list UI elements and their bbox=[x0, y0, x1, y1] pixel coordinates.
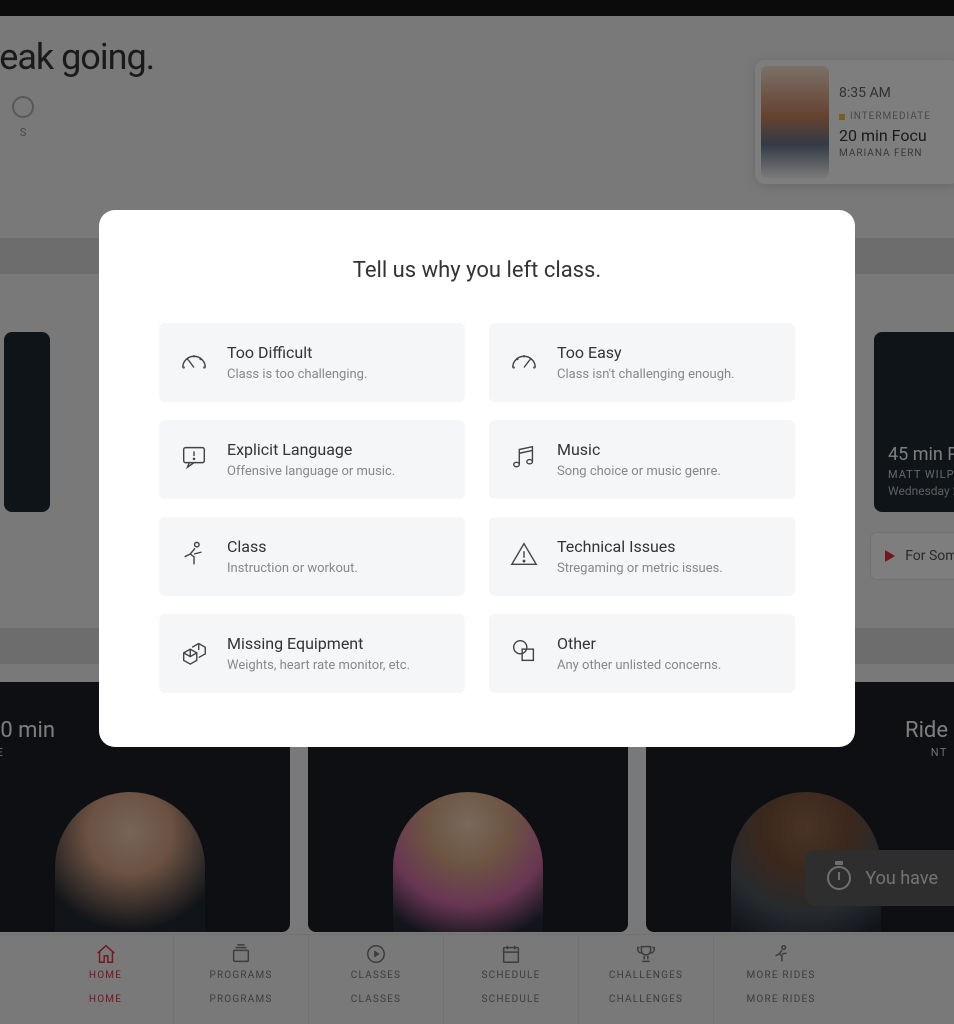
reason-explicit-language[interactable]: Explicit Language Offensive language or … bbox=[159, 420, 465, 499]
boxes-icon bbox=[179, 636, 209, 666]
gauge-icon bbox=[509, 345, 539, 375]
reason-technical[interactable]: Technical Issues Stregaming or metric is… bbox=[489, 517, 795, 596]
runner-icon bbox=[179, 539, 209, 569]
reason-title: Too Difficult bbox=[227, 343, 367, 362]
reason-title: Class bbox=[227, 537, 358, 556]
reason-title: Too Easy bbox=[557, 343, 735, 362]
exit-reason-modal: Tell us why you left class. Too Difficul… bbox=[99, 210, 855, 747]
reason-music[interactable]: Music Song choice or music genre. bbox=[489, 420, 795, 499]
music-icon bbox=[509, 442, 539, 472]
reason-other[interactable]: Other Any other unlisted concerns. bbox=[489, 614, 795, 693]
reason-sub: Song choice or music genre. bbox=[557, 464, 721, 479]
reason-grid: Too Difficult Class is too challenging. … bbox=[159, 323, 795, 693]
reason-title: Music bbox=[557, 440, 721, 459]
reason-missing-equipment[interactable]: Missing Equipment Weights, heart rate mo… bbox=[159, 614, 465, 693]
shapes-icon bbox=[509, 636, 539, 666]
warning-icon bbox=[509, 539, 539, 569]
reason-too-difficult[interactable]: Too Difficult Class is too challenging. bbox=[159, 323, 465, 402]
reason-sub: Any other unlisted concerns. bbox=[557, 658, 721, 673]
reason-title: Explicit Language bbox=[227, 440, 395, 459]
reason-title: Missing Equipment bbox=[227, 634, 410, 653]
speech-warning-icon bbox=[179, 442, 209, 472]
modal-title: Tell us why you left class. bbox=[159, 258, 795, 283]
reason-sub: Class is too challenging. bbox=[227, 367, 367, 382]
reason-title: Technical Issues bbox=[557, 537, 723, 556]
reason-title: Other bbox=[557, 634, 721, 653]
reason-sub: Class isn't challenging enough. bbox=[557, 367, 735, 382]
reason-sub: Stregaming or metric issues. bbox=[557, 561, 723, 576]
reason-sub: Instruction or workout. bbox=[227, 561, 358, 576]
gauge-icon bbox=[179, 345, 209, 375]
reason-sub: Weights, heart rate monitor, etc. bbox=[227, 658, 410, 673]
exit-reason-modal-overlay: Tell us why you left class. Too Difficul… bbox=[0, 0, 954, 1024]
reason-class[interactable]: Class Instruction or workout. bbox=[159, 517, 465, 596]
reason-too-easy[interactable]: Too Easy Class isn't challenging enough. bbox=[489, 323, 795, 402]
reason-sub: Offensive language or music. bbox=[227, 464, 395, 479]
